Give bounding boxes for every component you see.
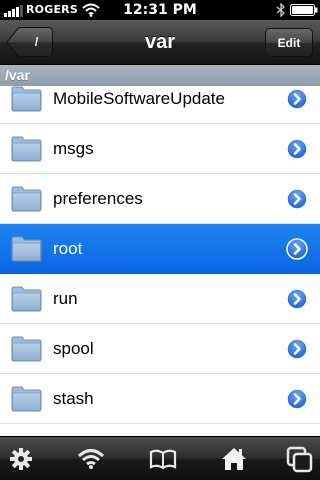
folder-icon [11,386,42,412]
navigation-bar: / var Edit [0,20,320,65]
status-time: 12:31 PM [123,2,197,18]
battery-icon [290,4,318,16]
list-item[interactable]: root [0,224,320,274]
list-item-label: msgs [53,139,94,158]
list-item-label: stash [53,389,94,408]
folder-icon [11,186,42,212]
folder-icon [11,86,42,112]
disclosure-button-icon[interactable] [286,138,308,160]
book-icon[interactable] [148,444,178,474]
list-item-label: spool [53,339,94,358]
folder-icon [11,236,42,262]
bottom-toolbar [0,436,320,480]
disclosure-button-icon[interactable] [286,188,308,210]
folder-list: MobileSoftwareUpdate msgs preferences ro… [0,74,320,436]
disclosure-button-icon[interactable] [286,338,308,360]
list-item[interactable]: stash [0,374,320,424]
path-header: /var [0,65,320,86]
list-item[interactable]: preferences [0,174,320,224]
back-button[interactable]: / [6,27,53,57]
list-item-label: run [53,289,78,308]
status-bar: ROGERS 12:31 PM [0,0,320,20]
disclosure-button-icon[interactable] [286,238,308,260]
back-button-label: / [34,35,39,49]
list-item[interactable]: run [0,274,320,324]
disclosure-button-icon[interactable] [286,388,308,410]
disclosure-button-icon[interactable] [286,88,308,110]
disclosure-button-icon[interactable] [286,288,308,310]
folder-icon [11,336,42,362]
list-item-label: root [53,239,83,258]
folder-icon [11,286,42,312]
wifi-icon[interactable] [76,444,106,474]
list-item[interactable]: spool [0,324,320,374]
windows-icon[interactable] [284,444,314,474]
bluetooth-icon [276,3,285,17]
page-title: var [144,31,176,53]
edit-button[interactable]: Edit [265,28,313,57]
list-item-label: preferences [53,189,143,208]
list-item[interactable]: msgs [0,124,320,174]
home-icon[interactable] [219,444,249,474]
folder-icon [11,136,42,162]
gear-icon[interactable] [6,444,36,474]
